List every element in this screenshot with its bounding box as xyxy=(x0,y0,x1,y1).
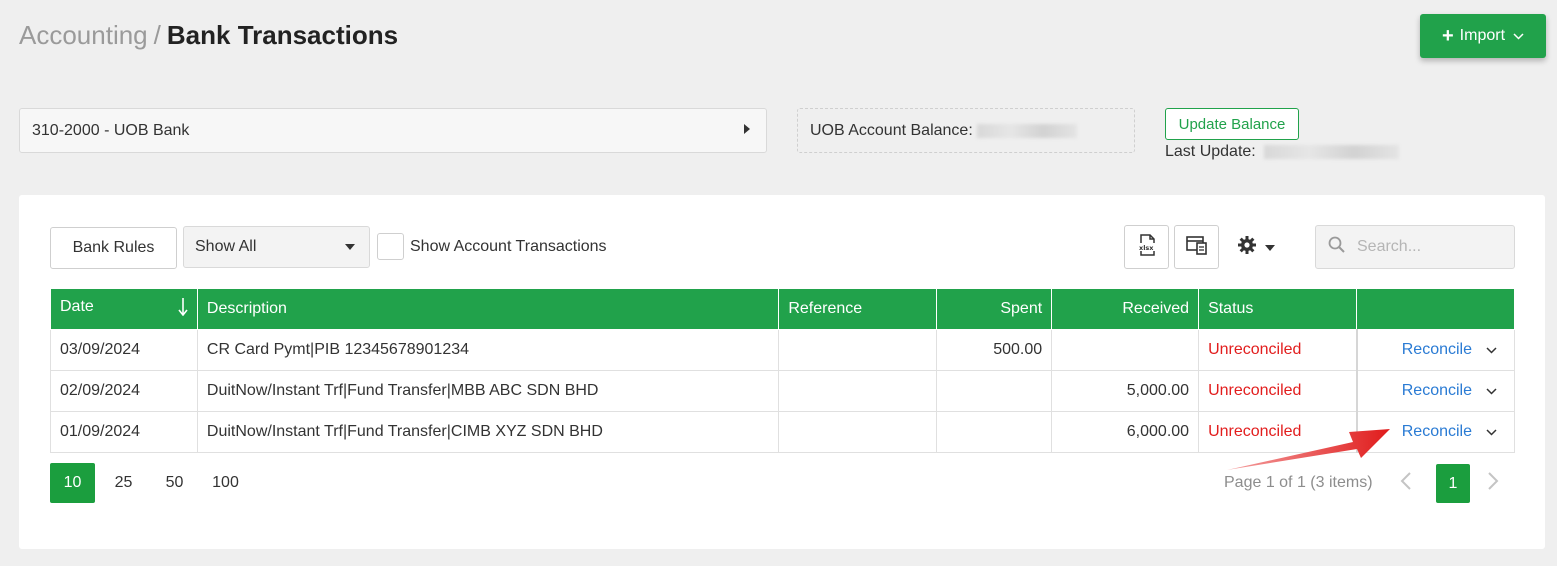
cell-description: DuitNow/Instant Trf|Fund Transfer|CIMB X… xyxy=(196,411,780,453)
cell-received xyxy=(1051,329,1200,371)
chevron-left-icon[interactable] xyxy=(1400,471,1412,497)
reconcile-link[interactable]: Reconcile xyxy=(1402,382,1472,400)
column-header-reference[interactable]: Reference xyxy=(778,288,938,330)
bank-rules-button[interactable]: Bank Rules xyxy=(50,227,177,269)
settings-menu[interactable] xyxy=(1237,235,1275,260)
caret-right-icon xyxy=(744,124,750,137)
table-header-row: Date Description Reference Spent Receive… xyxy=(50,288,1515,330)
cell-status: Unreconciled xyxy=(1198,329,1357,371)
column-layout-button[interactable] xyxy=(1174,225,1219,269)
caret-down-icon xyxy=(1265,244,1275,251)
table-row: 02/09/2024 DuitNow/Instant Trf|Fund Tran… xyxy=(50,370,1515,412)
table-row: 03/09/2024 CR Card Pymt|PIB 123456789012… xyxy=(50,329,1515,371)
cell-date: 01/09/2024 xyxy=(50,411,198,453)
cell-received: 6,000.00 xyxy=(1051,411,1200,453)
show-account-transactions-label[interactable]: Show Account Transactions xyxy=(410,238,607,256)
breadcrumb-parent[interactable]: Accounting xyxy=(19,20,148,50)
page-size-option[interactable]: 25 xyxy=(101,463,146,503)
page-number-current[interactable]: 1 xyxy=(1436,464,1470,503)
cell-actions: Reconcile xyxy=(1355,329,1515,371)
last-update-label: Last Update: xyxy=(1165,143,1256,160)
import-button[interactable]: + Import xyxy=(1420,14,1546,58)
search-input[interactable] xyxy=(1357,238,1497,256)
reconcile-link[interactable]: Reconcile xyxy=(1402,341,1472,359)
transactions-panel: Bank Rules Show All Show Account Transac… xyxy=(19,195,1545,549)
reconcile-link[interactable]: Reconcile xyxy=(1402,423,1472,441)
chevron-down-icon[interactable] xyxy=(1486,384,1497,398)
bank-account-value: 310-2000 - UOB Bank xyxy=(32,121,190,139)
annotation-arrow-icon xyxy=(1227,429,1390,470)
gear-icon xyxy=(1237,235,1257,260)
column-header-actions xyxy=(1356,288,1515,330)
cell-date: 02/09/2024 xyxy=(50,370,198,412)
cell-reference xyxy=(778,370,938,412)
bank-account-select[interactable]: 310-2000 - UOB Bank xyxy=(19,108,767,153)
search-icon xyxy=(1328,236,1345,258)
search-box[interactable] xyxy=(1315,225,1515,269)
chevron-down-icon xyxy=(1513,29,1524,43)
caret-down-icon xyxy=(345,244,355,250)
last-update-redacted xyxy=(1264,144,1400,159)
import-label: Import xyxy=(1459,27,1506,44)
account-balance-label: UOB Account Balance: xyxy=(810,121,973,139)
breadcrumb-separator: / xyxy=(153,20,161,50)
column-header-date[interactable]: Date xyxy=(50,288,198,330)
cell-date: 03/09/2024 xyxy=(50,329,198,371)
cell-description: DuitNow/Instant Trf|Fund Transfer|MBB AB… xyxy=(196,370,780,412)
cell-description: CR Card Pymt|PIB 12345678901234 xyxy=(196,329,780,371)
pagination-info: Page 1 of 1 (3 items) xyxy=(1224,474,1373,491)
update-balance-button[interactable]: Update Balance xyxy=(1165,108,1299,140)
cell-spent xyxy=(936,370,1053,412)
filter-value: Show All xyxy=(195,238,257,255)
chevron-right-icon[interactable] xyxy=(1487,471,1499,497)
cell-reference xyxy=(778,329,938,371)
last-update: Last Update: xyxy=(1165,143,1400,161)
page-size-option[interactable]: 100 xyxy=(203,463,248,503)
column-header-received[interactable]: Received xyxy=(1051,288,1200,330)
cell-spent xyxy=(936,411,1053,453)
column-header-description[interactable]: Description xyxy=(196,288,780,330)
chevron-down-icon[interactable] xyxy=(1486,425,1497,439)
svg-text:xlsx: xlsx xyxy=(1139,244,1154,252)
breadcrumb-current: Bank Transactions xyxy=(166,20,399,50)
sort-descending-icon[interactable] xyxy=(178,297,188,321)
export-xlsx-button[interactable]: xlsx xyxy=(1124,225,1169,269)
plus-icon: + xyxy=(1441,25,1454,47)
filter-select[interactable]: Show All xyxy=(183,226,370,268)
xlsx-file-icon: xlsx xyxy=(1137,233,1157,261)
account-balance-redacted xyxy=(976,123,1077,138)
cell-actions: Reconcile xyxy=(1355,370,1515,412)
page-size-option[interactable]: 10 xyxy=(50,463,95,503)
layout-icon xyxy=(1185,235,1208,260)
cell-reference xyxy=(778,411,938,453)
show-account-transactions-checkbox[interactable] xyxy=(377,233,404,260)
cell-received: 5,000.00 xyxy=(1051,370,1200,412)
cell-spent: 500.00 xyxy=(936,329,1053,371)
cell-status: Unreconciled xyxy=(1198,370,1357,412)
column-header-spent[interactable]: Spent xyxy=(936,288,1053,330)
page-size-option[interactable]: 50 xyxy=(152,463,197,503)
account-balance: UOB Account Balance: xyxy=(797,108,1135,153)
page-size-selector: 10 25 50 100 xyxy=(50,463,254,503)
chevron-down-icon[interactable] xyxy=(1486,343,1497,357)
page-title: Accounting / Bank Transactions xyxy=(19,20,398,51)
column-header-status[interactable]: Status xyxy=(1198,288,1357,330)
